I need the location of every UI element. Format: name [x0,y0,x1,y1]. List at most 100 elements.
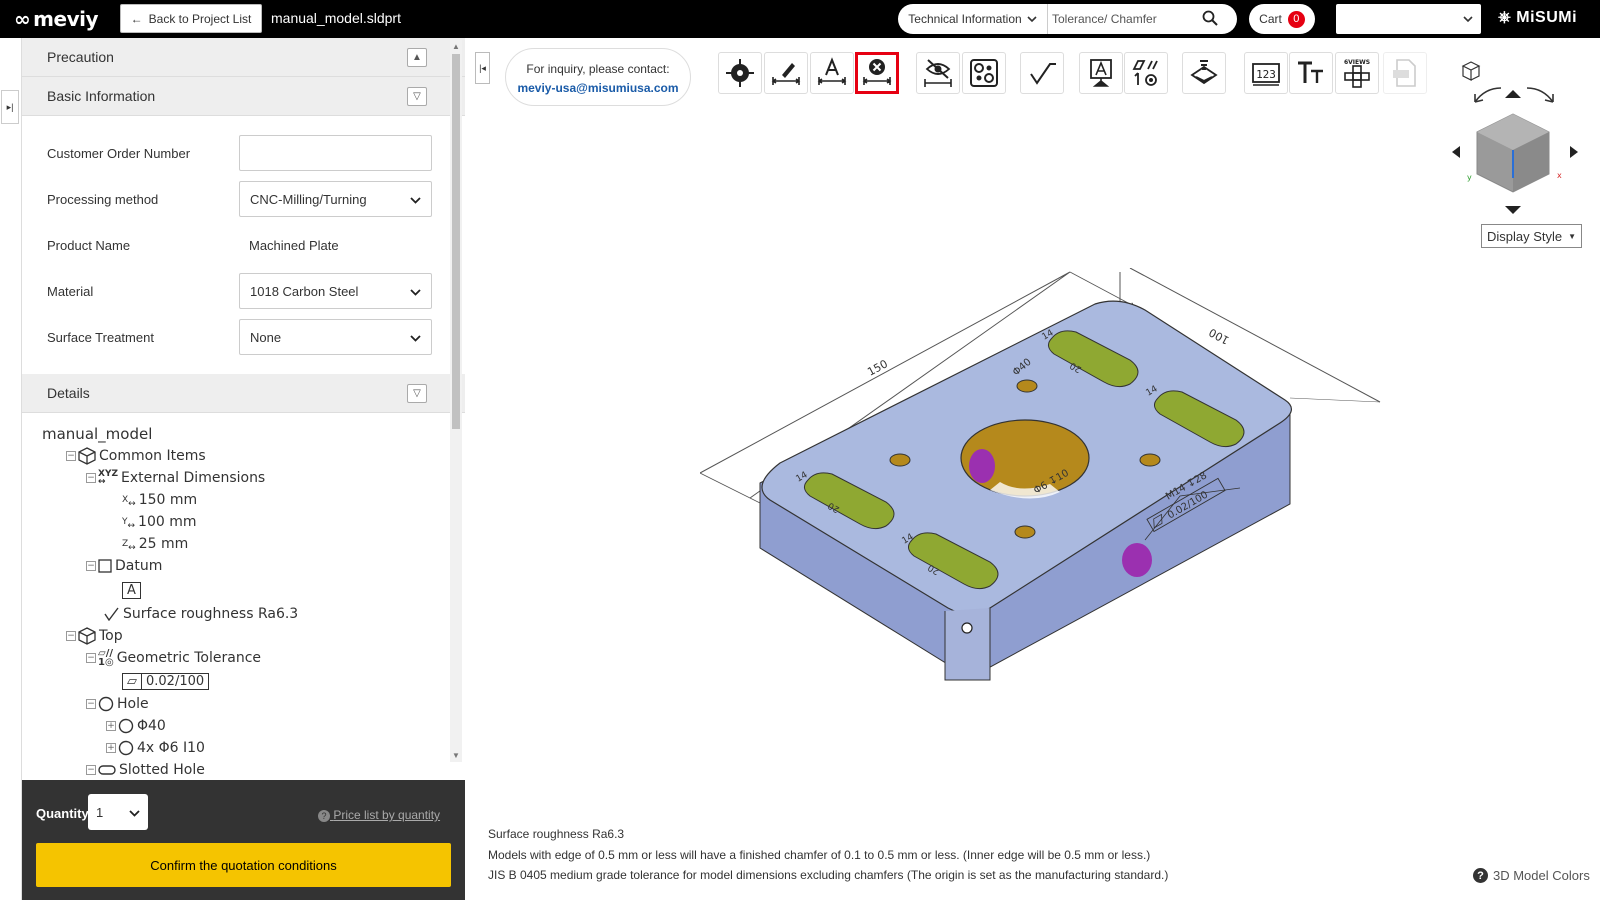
basic-info-section-header[interactable]: Basic Information ▽ [22,77,465,116]
hole-6[interactable] [1014,525,1036,539]
material-value: 1018 Carbon Steel [250,283,359,299]
tree-label: Φ40 [137,718,166,734]
feature-recognition-tool-button[interactable] [962,52,1006,94]
rotate-left-icon[interactable] [1474,87,1502,103]
tree-node-common-items[interactable]: − Common Items [42,445,465,467]
help-icon: ? [1473,868,1488,883]
feature-recognition-icon [970,59,998,87]
tree-node-slotted-hole[interactable]: − Slotted Hole [42,759,465,780]
meviy-logo[interactable]: ∞ meviy [14,7,99,31]
collapse-panel-toggle[interactable]: |◂ [475,52,490,84]
hole-center-tool-button[interactable] [718,52,762,94]
thread-hole[interactable] [1122,543,1152,577]
panel-scrollbar[interactable]: ▲ ▼ [450,40,462,762]
expand-icon[interactable]: + [106,721,116,731]
six-views-tool-button[interactable]: 6VIEWS [1335,52,1379,94]
hole-6[interactable] [1016,379,1038,393]
datum-a-box: A [122,581,141,599]
details-title: Details [47,385,90,401]
processing-method-select[interactable]: CNC-Milling/Turning [239,181,432,217]
tree-node-dim-z[interactable]: Z ↔ 25 mm [42,533,465,555]
tree-node-hole-40[interactable]: + Φ40 [42,715,465,737]
tree-node-tolerance-frame[interactable]: ▱ 0.02/100 [42,669,465,693]
details-section-header[interactable]: Details ▽ [22,374,465,413]
surface-treatment-select[interactable]: None [239,319,432,355]
tree-node-datum-a[interactable]: A [42,577,465,603]
account-select[interactable] [1336,4,1481,34]
svg-text:y: y [1467,173,1472,182]
inquiry-email-link[interactable]: meviy-usa@misumiusa.com [506,79,690,98]
tree-node-surface-roughness[interactable]: Surface roughness Ra6.3 [42,603,465,625]
inquiry-box: For inquiry, please contact: meviy-usa@m… [505,48,691,106]
edit-dimension-tool-button[interactable] [764,52,808,94]
tree-node-dim-x[interactable]: X ↔ 150 mm [42,489,465,511]
tree-root[interactable]: manual_model [42,425,465,443]
collapse-icon[interactable]: − [86,473,96,483]
tree-node-datum[interactable]: − Datum [42,555,465,577]
collapse-icon[interactable]: − [66,631,76,641]
model-colors-link[interactable]: ? 3D Model Colors [1473,868,1590,883]
scroll-up-icon[interactable]: ▲ [452,42,460,51]
pdf-tool-button[interactable] [1383,52,1427,94]
tree-node-hole-6[interactable]: + 4x Φ6 I10 [42,737,465,759]
arrow-right-icon[interactable] [1570,146,1578,158]
arrow-down-icon[interactable] [1505,206,1521,214]
scrollbar-thumb[interactable] [452,54,460,429]
3d-model-viewport[interactable]: 150 100 25 Φ40 [699,267,1400,713]
precaution-section-header[interactable]: Precaution ▲ [22,38,465,77]
home-view-icon[interactable] [1461,61,1481,81]
delete-dimension-tool-button[interactable] [855,52,899,94]
search-icon[interactable] [1202,10,1218,29]
cube-icon [78,627,96,645]
material-select[interactable]: 1018 Carbon Steel [239,273,432,309]
expand-icon[interactable]: ▽ [407,384,427,403]
search-input[interactable] [1048,12,1198,26]
misumi-logo[interactable]: ⎈ MiSUMi [1498,9,1577,27]
hole-6[interactable] [1139,453,1161,467]
edit-dimension-icon [771,63,801,85]
misumi-mark-icon: ⎈ [1498,9,1512,26]
back-to-project-list-button[interactable]: ← Back to Project List [120,4,262,33]
collapse-icon[interactable]: − [66,451,76,461]
xyz-dimension-icon: XYZ ↔ [98,469,118,487]
collapse-icon[interactable]: − [86,699,96,709]
tree-node-geometric-tolerance[interactable]: − ▱//1◎ Geometric Tolerance [42,647,465,669]
hide-dimension-icon [924,59,952,87]
confirm-quotation-button[interactable]: Confirm the quotation conditions [36,843,451,887]
search-category-select[interactable]: Technical Information [898,4,1048,34]
tree-node-top[interactable]: − Top [42,625,465,647]
collapse-icon[interactable]: − [86,653,96,663]
orientation-cube-icon[interactable] [1476,113,1550,193]
collapse-icon[interactable]: − [86,561,96,571]
tree-node-external-dimensions[interactable]: − XYZ ↔ External Dimensions [42,467,465,489]
price-list-link[interactable]: ? Price list by quantity [318,808,440,822]
view-cube-widget[interactable]: y x [1445,58,1585,218]
expand-panel-toggle[interactable]: ▸| [1,90,19,124]
expand-icon[interactable]: + [106,743,116,753]
cart-button[interactable]: Cart 0 [1249,4,1315,34]
thread-tool-button[interactable] [1182,52,1226,94]
scroll-down-icon[interactable]: ▼ [452,751,460,760]
arrow-up-icon[interactable] [1505,90,1521,98]
geometric-tolerance-tool-button[interactable] [1124,52,1168,94]
tree-label: Slotted Hole [119,762,205,778]
datum-tool-button[interactable] [1079,52,1123,94]
expand-icon[interactable]: ▽ [407,87,427,106]
processing-method-row: Processing method CNC-Milling/Turning [22,176,465,222]
text-dimension-tool-button[interactable] [810,52,854,94]
collapse-icon[interactable]: − [86,765,96,775]
customer-order-input[interactable] [239,135,432,171]
hole-6[interactable] [889,453,911,467]
collapse-icon[interactable]: ▲ [407,48,427,67]
quantity-label: Quantity [36,806,89,821]
arrow-left-icon[interactable] [1452,146,1460,158]
hide-dimension-tool-button[interactable] [916,52,960,94]
quantity-select[interactable]: 1 [88,794,148,830]
tree-node-dim-y[interactable]: Y ↔ 100 mm [42,511,465,533]
dimension-number-tool-button[interactable]: 123 [1244,52,1288,94]
surface-roughness-tool-button[interactable] [1020,52,1064,94]
display-style-dropdown[interactable]: Display Style ▼ [1481,224,1582,248]
text-size-tool-button[interactable] [1289,52,1333,94]
rotate-right-icon[interactable] [1526,87,1554,103]
tree-node-hole[interactable]: − Hole [42,693,465,715]
